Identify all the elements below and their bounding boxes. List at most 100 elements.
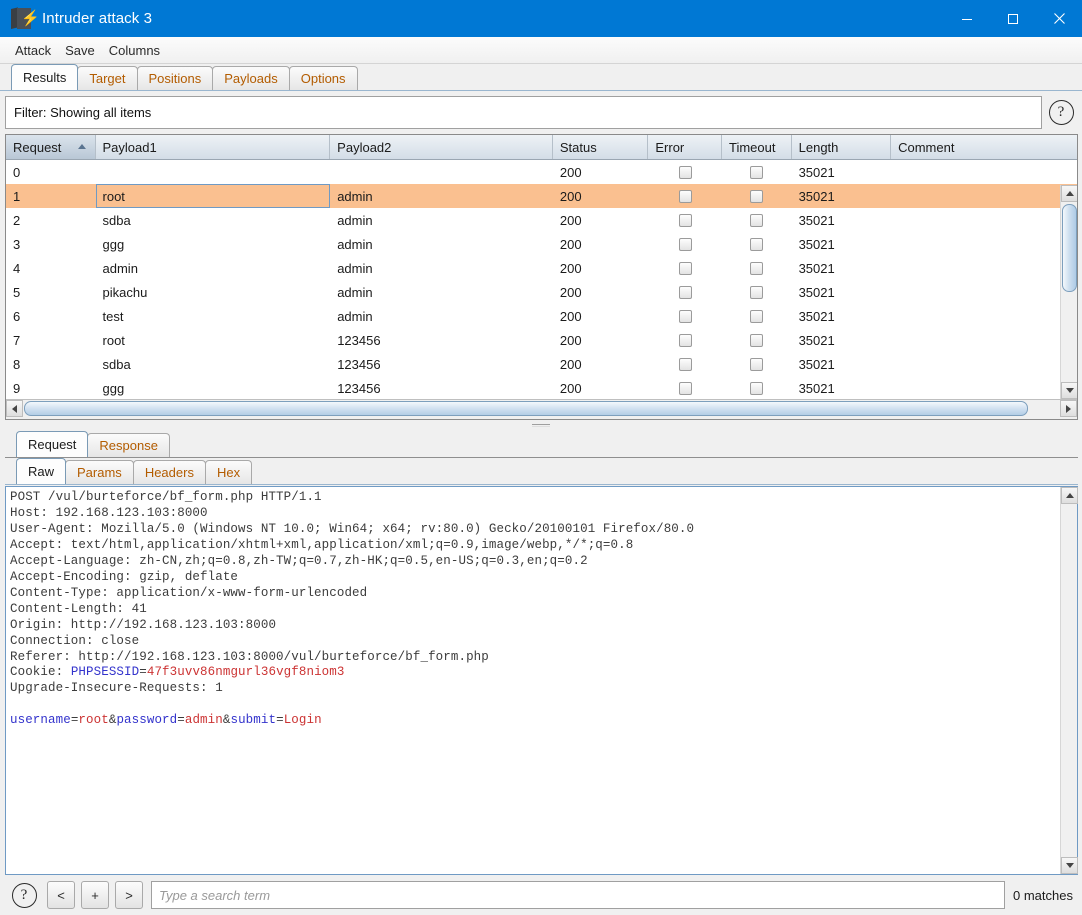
minimize-icon[interactable] [944,0,990,37]
cell-status[interactable]: 200 [553,256,648,280]
cell-request[interactable]: 4 [6,256,96,280]
cell-payload2[interactable]: 123456 [330,376,553,399]
table-hscroll-thumb[interactable] [24,401,1028,416]
timeout-checkbox[interactable] [750,213,764,227]
cell-request[interactable]: 7 [6,328,96,352]
cell-length[interactable]: 35021 [792,304,891,328]
error-checkbox[interactable] [678,333,692,347]
error-checkbox[interactable] [678,189,692,203]
column-header-error[interactable]: Error [648,135,722,159]
search-input[interactable]: Type a search term [151,881,1006,909]
cell-status[interactable]: 200 [553,328,648,352]
table-row[interactable]: 2 sdba admin 200 35021 [6,208,1077,232]
column-header-payload1[interactable]: Payload1 [95,135,331,159]
table-row[interactable]: 3 ggg admin 200 35021 [6,232,1077,256]
tab-positions[interactable]: Positions [136,66,214,90]
cell-payload2[interactable]: admin [330,304,553,328]
cell-error[interactable] [648,328,722,352]
cell-comment[interactable] [891,184,1077,208]
timeout-checkbox[interactable] [750,381,764,395]
table-vertical-scrollbar[interactable] [1060,185,1077,399]
editor-scroll-down-arrow-icon[interactable] [1061,857,1078,874]
column-header-comment[interactable]: Comment [891,135,1077,159]
cell-comment[interactable] [891,232,1077,256]
cell-request[interactable]: 3 [6,232,96,256]
menu-item-save[interactable]: Save [59,41,101,60]
cell-request[interactable]: 5 [6,280,96,304]
cell-payload1[interactable]: pikachu [96,280,331,304]
cell-timeout[interactable] [722,352,792,376]
cell-payload2[interactable] [330,160,553,184]
cell-error[interactable] [648,376,722,399]
column-header-request[interactable]: Request [6,135,96,159]
cell-timeout[interactable] [722,328,792,352]
cell-status[interactable]: 200 [553,280,648,304]
cell-payload2[interactable]: admin [330,232,553,256]
cell-length[interactable]: 35021 [792,184,891,208]
tab-payloads[interactable]: Payloads [212,66,290,90]
table-row[interactable]: 5 pikachu admin 200 35021 [6,280,1077,304]
scroll-down-arrow-icon[interactable] [1061,382,1077,399]
cell-comment[interactable] [891,256,1077,280]
cell-payload1[interactable] [96,160,331,184]
search-prev-button[interactable]: < [47,881,75,909]
cell-timeout[interactable] [722,304,792,328]
panel-splitter[interactable] [0,420,1082,430]
cell-timeout[interactable] [722,208,792,232]
cell-error[interactable] [648,232,722,256]
error-checkbox[interactable] [678,237,692,251]
scroll-left-arrow-icon[interactable] [6,400,23,417]
cell-comment[interactable] [891,304,1077,328]
cell-payload1[interactable]: root [95,184,331,208]
search-add-button[interactable]: + [81,881,109,909]
table-row[interactable]: 1 root admin 200 35021 [6,184,1077,208]
tab-target[interactable]: Target [77,66,138,90]
cell-payload2[interactable]: 123456 [330,352,553,376]
request-raw-editor[interactable]: POST /vul/burteforce/bf_form.php HTTP/1.… [6,487,1060,874]
cell-payload1[interactable]: ggg [96,232,331,256]
cell-length[interactable]: 35021 [792,208,891,232]
tab-response[interactable]: Response [87,433,170,457]
cell-request[interactable]: 6 [6,304,96,328]
cell-length[interactable]: 35021 [792,352,891,376]
error-checkbox[interactable] [678,285,692,299]
column-header-timeout[interactable]: Timeout [721,135,792,159]
error-checkbox[interactable] [678,261,692,275]
cell-length[interactable]: 35021 [792,328,891,352]
cell-error[interactable] [648,184,722,208]
cell-payload1[interactable]: ggg [96,376,331,399]
timeout-checkbox[interactable] [750,237,764,251]
tab-headers[interactable]: Headers [132,460,206,484]
cell-status[interactable]: 200 [553,352,648,376]
timeout-checkbox[interactable] [750,333,764,347]
filter-bar[interactable]: Filter: Showing all items [5,96,1042,129]
error-checkbox[interactable] [678,309,692,323]
table-row[interactable]: 7 root 123456 200 35021 [6,328,1077,352]
timeout-checkbox[interactable] [750,309,764,323]
scroll-right-arrow-icon[interactable] [1060,400,1077,417]
table-row[interactable]: 0 200 35021 [6,160,1077,184]
tab-params[interactable]: Params [65,460,134,484]
cell-payload1[interactable]: admin [96,256,331,280]
cell-timeout[interactable] [722,184,792,208]
timeout-checkbox[interactable] [750,261,764,275]
cell-comment[interactable] [891,352,1077,376]
cell-status[interactable]: 200 [553,184,648,208]
editor-scroll-up-arrow-icon[interactable] [1061,487,1078,504]
timeout-checkbox[interactable] [750,189,764,203]
editor-vertical-scrollbar[interactable] [1060,487,1078,874]
error-checkbox[interactable] [678,357,692,371]
table-row[interactable]: 8 sdba 123456 200 35021 [6,352,1077,376]
cell-status[interactable]: 200 [553,160,648,184]
cell-payload2[interactable]: admin [330,280,553,304]
menu-item-columns[interactable]: Columns [103,41,166,60]
cell-error[interactable] [648,256,722,280]
tab-options[interactable]: Options [288,66,358,90]
cell-timeout[interactable] [722,256,792,280]
cell-comment[interactable] [891,328,1077,352]
cell-status[interactable]: 200 [553,232,648,256]
cell-length[interactable]: 35021 [792,256,891,280]
error-checkbox[interactable] [678,213,692,227]
cell-status[interactable]: 200 [553,304,648,328]
column-header-status[interactable]: Status [552,135,649,159]
